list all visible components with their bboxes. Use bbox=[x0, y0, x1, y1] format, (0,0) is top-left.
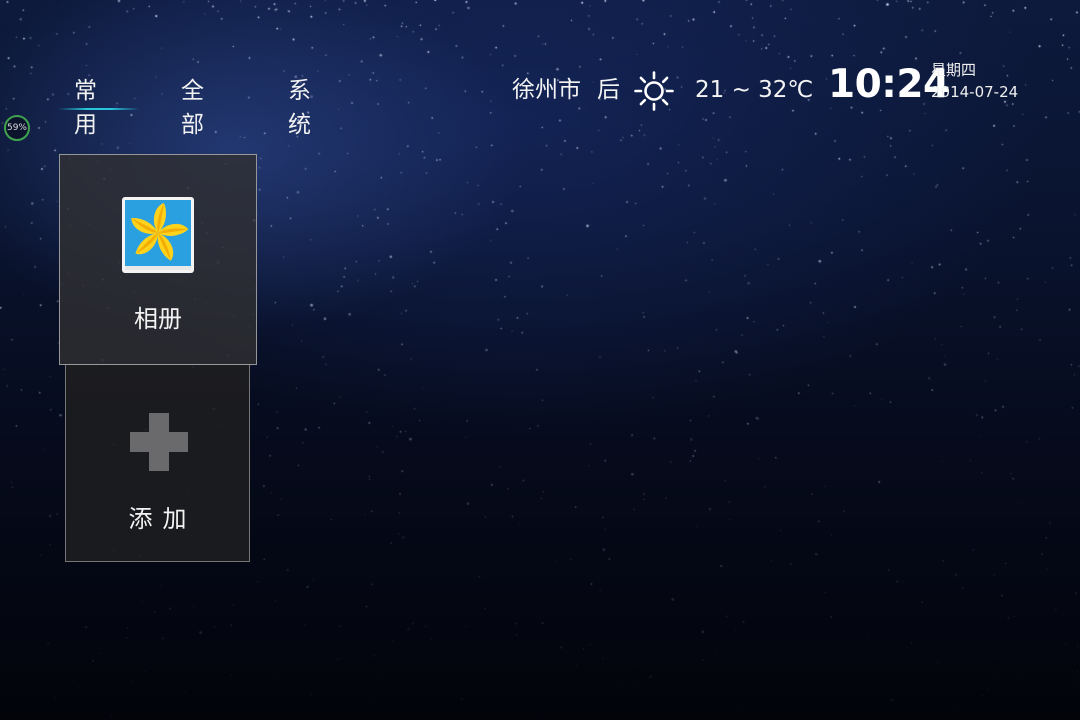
add-app-tile[interactable]: 添加 bbox=[65, 364, 250, 562]
add-app-label: 添加 bbox=[128, 505, 197, 533]
tab-all[interactable]: 全部 bbox=[181, 74, 204, 142]
photo-album-label: 相册 bbox=[134, 305, 182, 333]
weather-condition: 后 bbox=[597, 77, 620, 103]
plus-icon bbox=[130, 413, 188, 471]
temperature-range: 21 ~ 32℃ bbox=[695, 77, 814, 103]
clock-date: 2014-07-24 bbox=[931, 83, 1019, 101]
tab-system[interactable]: 系统 bbox=[288, 74, 311, 142]
active-tab-indicator bbox=[58, 108, 140, 110]
sun-icon bbox=[634, 71, 674, 111]
photo-album-tile[interactable]: 相册 bbox=[59, 154, 257, 365]
clock-weekday: 星期四 bbox=[931, 61, 977, 79]
memory-usage-badge[interactable]: 59% bbox=[4, 115, 30, 141]
weather-city: 徐州市 bbox=[512, 77, 581, 103]
photo-album-icon bbox=[122, 197, 194, 273]
